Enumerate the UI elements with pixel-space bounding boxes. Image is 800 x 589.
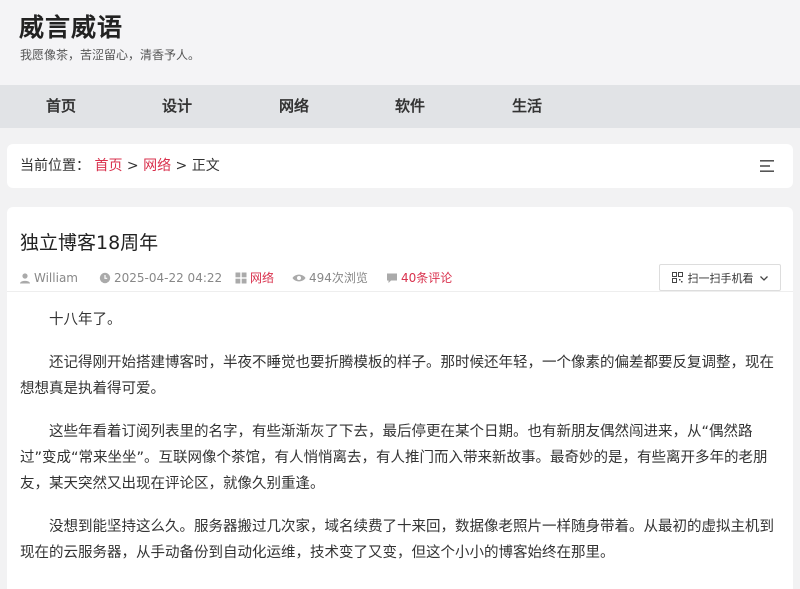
nav-item-network[interactable]: 网络 [279,85,309,128]
site-tagline: 我愿像茶，苦涩留心，清香予人。 [20,48,201,62]
qrcode-icon [671,272,683,283]
meta-comments: 40条评论 [386,269,452,287]
menu-icon[interactable] [759,158,775,174]
site-title[interactable]: 威言威语 [19,8,123,44]
article-paragraph: 这些年看着订阅列表里的名字，有些渐渐灰了下去，最后停更在某个日期。也有新朋友偶然… [20,424,768,492]
article-paragraph: 没想到能坚持这么久。服务器搬过几次家，域名续费了十来回，数据像老照片一样随身带着… [20,519,774,561]
main-nav: 首页 设计 网络 软件 生活 [0,85,800,128]
nav-item-software[interactable]: 软件 [395,85,425,128]
clock-icon [99,272,111,284]
breadcrumb-card: 当前位置： 首页 > 网络 > 正文 [7,144,793,188]
breadcrumb-current: 正文 [191,158,220,174]
meta-comments-link[interactable]: 40条评论 [401,269,452,287]
nav-item-design[interactable]: 设计 [162,85,192,128]
meta-datetime-text: 2025-04-22 04:22 [114,271,223,285]
article-paragraph: 十八年了。 [49,312,122,328]
qr-scan-label: 扫一扫手机看 [687,271,754,285]
breadcrumb-separator: > [126,158,139,174]
meta-views-text: 494次浏览 [309,271,368,285]
article-content: 十八年了。 还记得刚开始搭建博客时，半夜不睡觉也要折腾模板的样子。那时候还年轻，… [20,307,780,583]
meta-datetime: 2025-04-22 04:22 [99,269,222,287]
breadcrumb: 当前位置： 首页 > 网络 > 正文 [20,144,220,188]
meta-category: 网络 [235,269,274,287]
grid-icon [235,272,247,284]
breadcrumb-category-link[interactable]: 网络 [143,158,171,174]
meta-divider [7,291,793,292]
article-card: 独立博客18周年 William 2025-04-22 04:22 网络 494… [7,207,793,589]
meta-author-name[interactable]: William [34,269,78,287]
article-paragraph: 还记得刚开始搭建博客时，半夜不睡觉也要折腾模板的样子。那时候还年轻，一个像素的偏… [20,355,774,397]
eye-icon [292,274,306,282]
qr-scan-button[interactable]: 扫一扫手机看 [659,264,781,291]
meta-views: 494次浏览 [292,269,368,287]
nav-item-life[interactable]: 生活 [512,85,542,128]
chevron-down-icon [759,275,768,281]
article-title: 独立博客18周年 [20,232,159,254]
meta-author: William [19,269,78,287]
breadcrumb-prefix: 当前位置： [20,158,90,174]
site-header: 威言威语 我愿像茶，苦涩留心，清香予人。 [0,0,800,85]
meta-category-link[interactable]: 网络 [250,269,274,287]
comment-icon [387,273,397,283]
breadcrumb-home-link[interactable]: 首页 [94,158,122,174]
nav-item-home[interactable]: 首页 [46,85,76,128]
user-icon [20,273,30,284]
breadcrumb-separator: > [175,158,188,174]
